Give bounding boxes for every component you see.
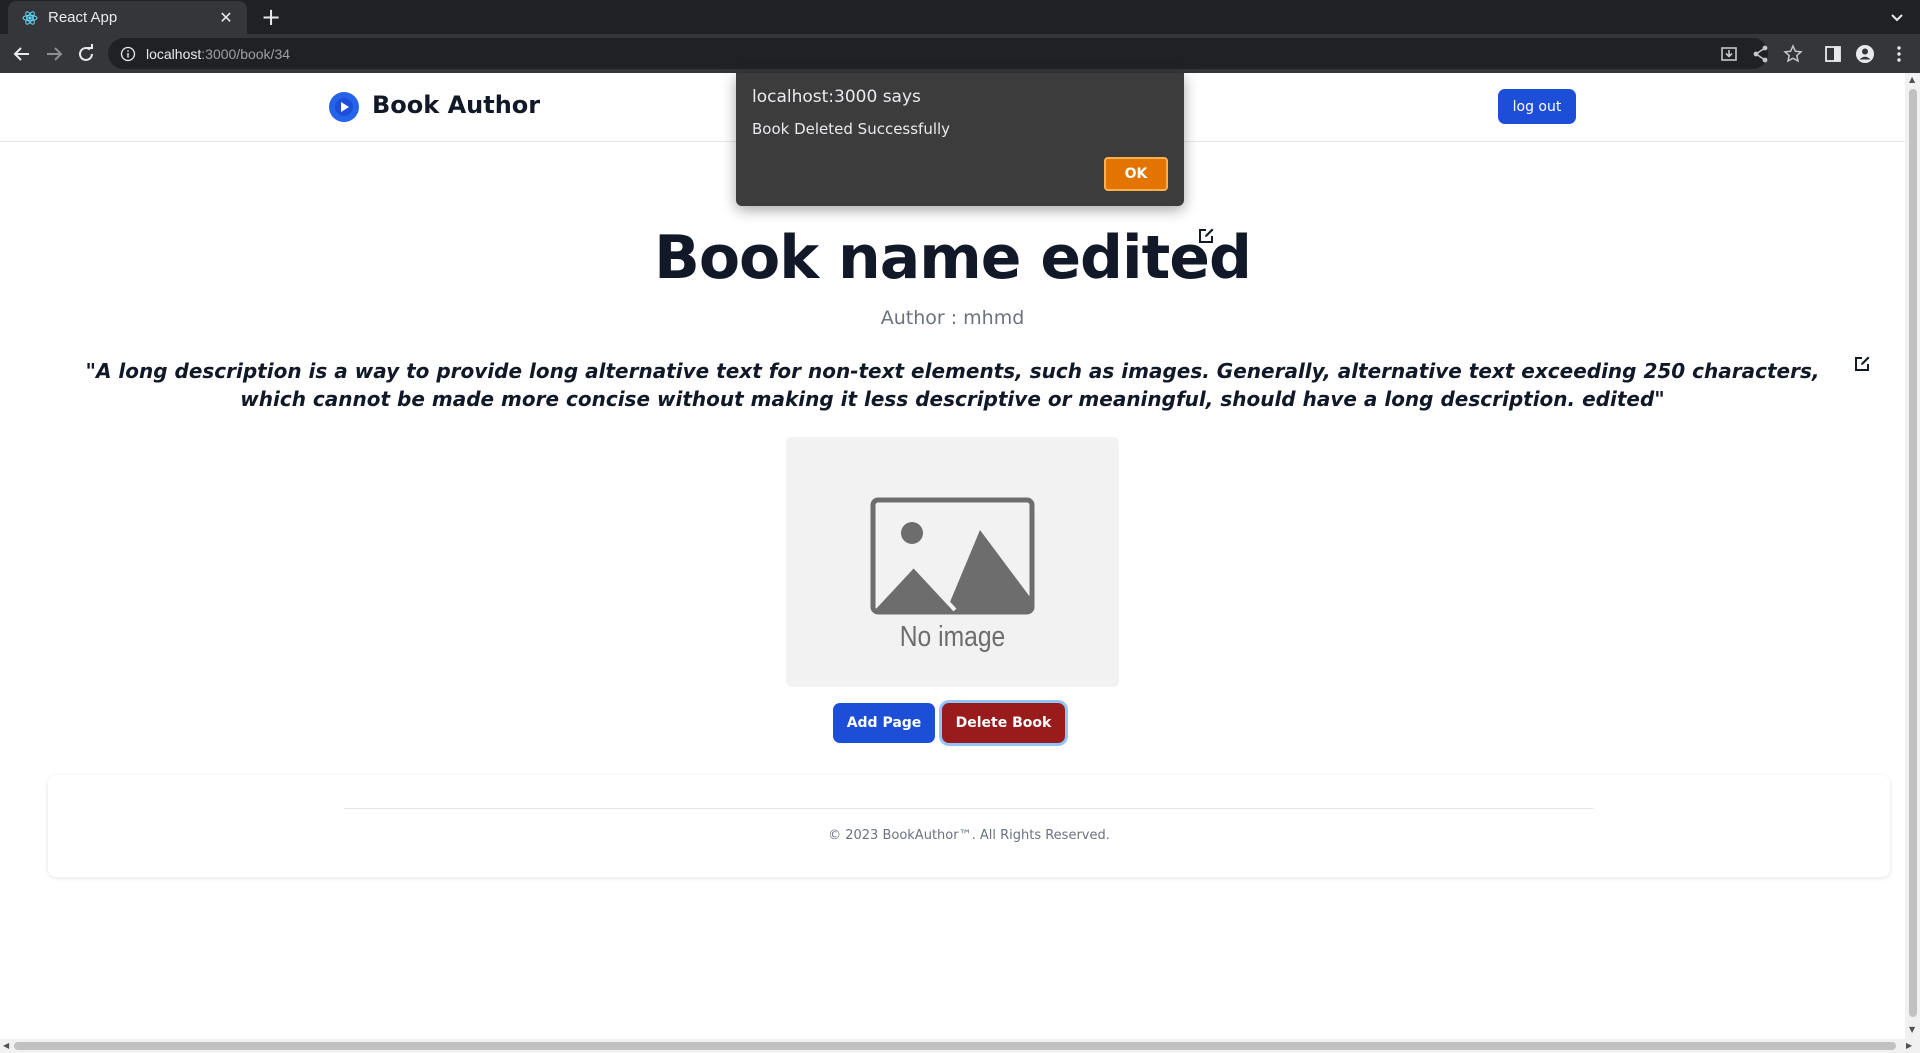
scroll-left-arrow-icon[interactable]: ◀ — [3, 1041, 9, 1050]
edit-description-icon[interactable] — [1853, 355, 1871, 373]
side-panel-icon[interactable] — [1822, 43, 1844, 65]
no-image-label: No image — [899, 621, 1006, 653]
vertical-scroll-thumb[interactable] — [1909, 89, 1917, 1017]
book-description: "A long description is a way to provide … — [85, 359, 1820, 411]
scroll-right-arrow-icon[interactable]: ▶ — [1906, 1041, 1912, 1050]
footer-divider — [344, 808, 1594, 809]
horizontal-scrollbar[interactable]: ◀ ▶ — [0, 1039, 1920, 1053]
play-logo-icon[interactable] — [328, 91, 360, 123]
site-info-icon[interactable] — [120, 46, 136, 62]
share-icon[interactable] — [1750, 43, 1772, 65]
tab-search-chevron-icon[interactable] — [1886, 6, 1908, 28]
dialog-origin: localhost:3000 says — [752, 87, 921, 107]
dialog-message: Book Deleted Successfully — [752, 120, 951, 138]
delete-book-button[interactable]: Delete Book — [942, 703, 1065, 743]
address-bar[interactable]: localhost:3000/book/34 — [108, 38, 1768, 69]
horizontal-scroll-thumb[interactable] — [14, 1042, 1896, 1050]
new-tab-plus-icon[interactable]: + — [258, 4, 284, 30]
react-favicon-icon — [22, 10, 38, 25]
bookmark-star-icon[interactable] — [1782, 43, 1804, 65]
dialog-ok-button[interactable]: OK — [1104, 157, 1168, 191]
close-tab-icon[interactable]: ✕ — [217, 8, 235, 27]
scroll-down-arrow-icon[interactable]: ▼ — [1909, 1025, 1915, 1034]
reload-icon[interactable] — [74, 42, 98, 66]
browser-tab[interactable]: React App ✕ — [8, 1, 247, 34]
url-host: localhost — [146, 45, 202, 62]
tab-title: React App — [48, 9, 118, 26]
brand-name[interactable]: Book Author — [372, 91, 540, 119]
menu-kebab-icon[interactable] — [1888, 43, 1910, 65]
browser-toolbar: localhost:3000/book/34 — [0, 34, 1920, 73]
tab-strip: React App ✕ + — [0, 0, 1920, 34]
vertical-scrollbar[interactable]: ▲ ▼ — [1905, 73, 1920, 1039]
book-title: Book name edited — [654, 223, 1252, 293]
add-page-button[interactable]: Add Page — [833, 703, 935, 743]
alert-dialog: localhost:3000 says Book Deleted Success… — [736, 73, 1184, 206]
page-viewport: Book Author log out Book name edited Aut… — [0, 73, 1905, 1039]
no-image-icon — [870, 497, 1035, 615]
install-icon[interactable] — [1718, 43, 1740, 65]
scroll-up-arrow-icon[interactable]: ▲ — [1909, 75, 1915, 84]
logout-button[interactable]: log out — [1498, 89, 1576, 124]
url-path: :3000/book/34 — [201, 45, 291, 62]
back-icon[interactable] — [10, 42, 34, 66]
site-footer: © 2023 BookAuthor™. All Rights Reserved. — [48, 775, 1890, 877]
footer-copyright: © 2023 BookAuthor™. All Rights Reserved. — [828, 828, 1110, 843]
profile-icon[interactable] — [1854, 43, 1876, 65]
book-author: Author : mhmd — [880, 307, 1025, 329]
edit-title-icon[interactable] — [1197, 227, 1215, 245]
forward-icon[interactable] — [42, 42, 66, 66]
book-cover-placeholder: No image — [786, 437, 1119, 687]
